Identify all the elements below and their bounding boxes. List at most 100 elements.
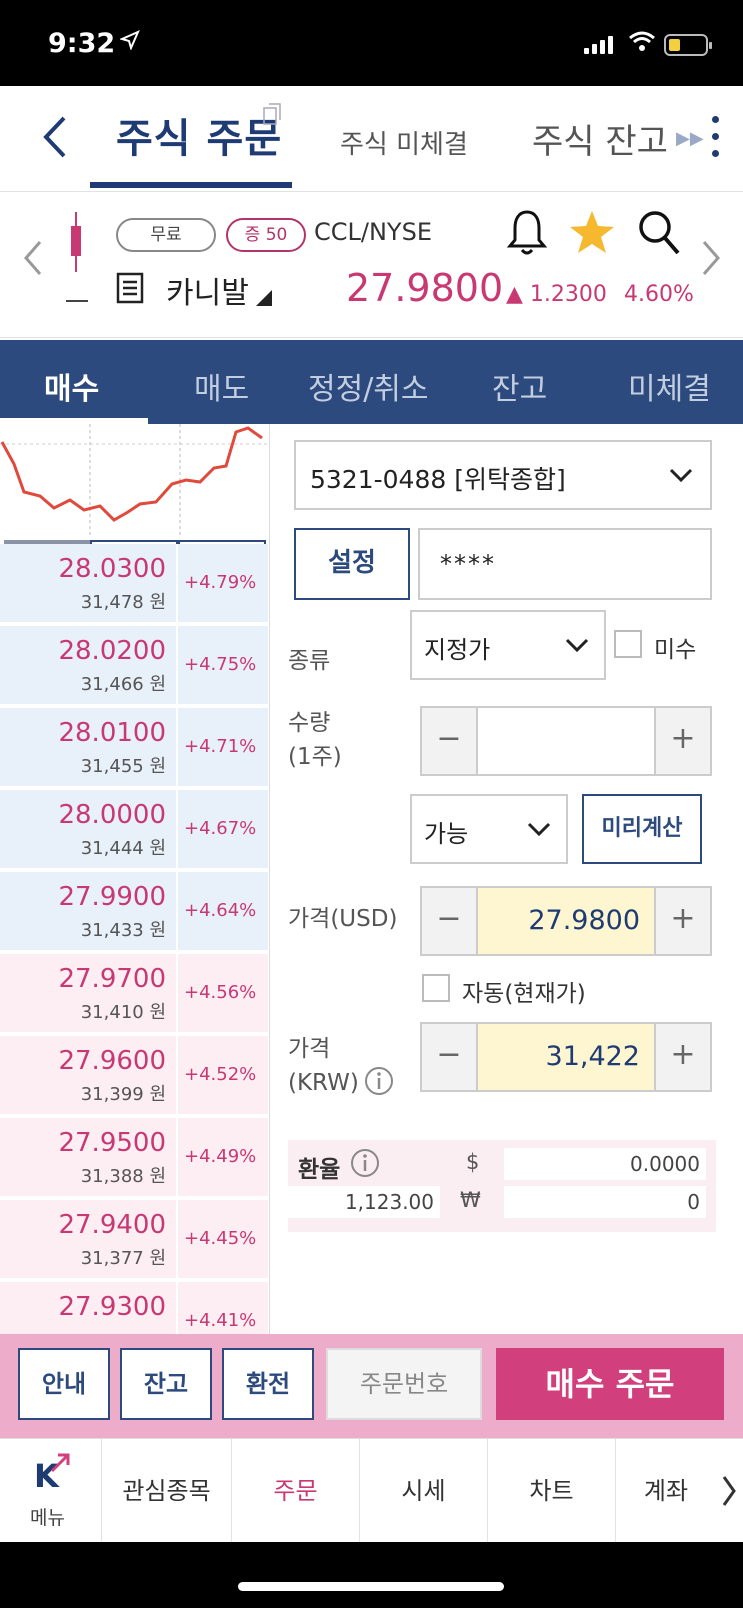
nav-chart[interactable]: 차트 — [488, 1439, 616, 1543]
account-value: 5321-0488 [위탁종합] — [310, 465, 566, 494]
prev-stock-icon[interactable] — [20, 236, 46, 280]
qty-plus-button[interactable]: + — [654, 708, 710, 774]
orderbook-row[interactable]: 27.9600 31,399 원 +4.52% — [0, 1036, 268, 1116]
order-number-button[interactable]: 주문번호 — [326, 1348, 482, 1420]
bottom-nav: K 메뉴 관심종목 주문 시세 차트 계좌 — [0, 1438, 743, 1543]
mini-price-chart[interactable] — [0, 424, 270, 536]
orderbook-price-cell[interactable]: 27.9900 31,433 원 — [0, 872, 178, 950]
star-icon[interactable] — [568, 208, 616, 256]
guide-button[interactable]: 안내 — [18, 1348, 110, 1420]
bell-icon[interactable] — [506, 208, 548, 258]
orderbook-change: +4.79% — [184, 572, 257, 593]
balance-button[interactable]: 잔고 — [120, 1348, 212, 1420]
qty-unit-label: (1주) — [288, 744, 342, 770]
battery-icon — [664, 34, 712, 56]
orderbook-price: 27.9600 — [58, 1046, 166, 1076]
price-krw-input[interactable]: 31,422 — [478, 1024, 654, 1090]
tab-balance[interactable]: 잔고 — [492, 364, 547, 408]
orderbook-row[interactable]: 28.0300 31,478 원 +4.79% — [0, 544, 268, 624]
tab-stock-balance[interactable]: 주식 잔고 — [532, 114, 668, 163]
price-krw-plus-button[interactable]: + — [654, 1024, 710, 1090]
orderbook-krw: 31,410 원 — [80, 1002, 166, 1023]
price-usd-plus-button[interactable]: + — [654, 888, 710, 954]
fast-forward-icon[interactable]: ▶▶ — [676, 128, 704, 149]
orderbook-change: +4.52% — [184, 1064, 257, 1085]
orderbook-row[interactable]: 27.9900 31,433 원 +4.64% — [0, 872, 268, 952]
orderbook-price-cell[interactable]: 27.9500 31,388 원 — [0, 1118, 178, 1196]
next-stock-icon[interactable] — [698, 236, 724, 280]
orderbook-krw: 31,466 원 — [80, 674, 166, 695]
orderbook-krw: 31,444 원 — [80, 838, 166, 859]
price-change-pct: 4.60% — [624, 282, 694, 307]
ticker: CCL/NYSE — [314, 218, 432, 246]
search-icon[interactable] — [636, 208, 682, 258]
home-indicator-bar — [0, 1542, 743, 1608]
orderbook-price: 27.9900 — [58, 882, 166, 912]
stock-name[interactable]: 카니발 — [166, 268, 249, 312]
settings-button[interactable]: 설정 — [294, 528, 410, 600]
dropdown-triangle-icon[interactable] — [254, 288, 274, 308]
misu-checkbox[interactable] — [614, 630, 642, 658]
orderbook-row[interactable]: 27.9300 +4.41% — [0, 1282, 268, 1334]
orderbook-price-cell[interactable]: 28.0000 31,444 원 — [0, 790, 178, 868]
menu-button[interactable]: K 메뉴 — [0, 1439, 102, 1543]
nav-order[interactable]: 주문 — [232, 1439, 360, 1543]
orderbook-price-cell[interactable]: 28.0300 31,478 원 — [0, 544, 178, 622]
orderbook-row[interactable]: 28.0100 31,455 원 +4.71% — [0, 708, 268, 788]
document-icon[interactable] — [116, 272, 144, 304]
orderbook-row[interactable]: 27.9700 31,410 원 +4.56% — [0, 954, 268, 1034]
info-icon[interactable] — [350, 1148, 380, 1178]
orderbook-row[interactable]: 27.9500 31,388 원 +4.49% — [0, 1118, 268, 1198]
auto-price-label: 자동(현재가) — [462, 981, 586, 1007]
fx-rate: 1,123.00 — [288, 1186, 440, 1218]
tab-sell[interactable]: 매도 — [194, 364, 249, 408]
orderbook-krw: 31,455 원 — [80, 756, 166, 777]
exchange-button[interactable]: 환전 — [222, 1348, 314, 1420]
precalc-button[interactable]: 미리계산 — [582, 794, 702, 864]
buy-order-button[interactable]: 매수 주문 — [496, 1348, 724, 1420]
orderbook-price: 28.0300 — [58, 554, 166, 584]
orderbook-price-cell[interactable]: 27.9300 — [0, 1282, 178, 1334]
chevron-down-icon — [565, 638, 589, 653]
password-input[interactable]: **** — [418, 528, 712, 600]
tab-stock-unfilled[interactable]: 주식 미체결 — [340, 124, 468, 161]
orderbook-price: 28.0000 — [58, 800, 166, 830]
orderbook-change: +4.56% — [184, 982, 257, 1003]
nav-account[interactable]: 계좌 — [616, 1439, 716, 1543]
tab-buy[interactable]: 매수 — [44, 364, 99, 408]
status-bar: 9:32 — [0, 0, 743, 86]
price-usd-input[interactable]: 27.9800 — [478, 888, 654, 954]
orderbook-price-cell[interactable]: 27.9700 31,410 원 — [0, 954, 178, 1032]
orderbook-price-cell[interactable]: 27.9600 31,399 원 — [0, 1036, 178, 1114]
tab-modify-cancel[interactable]: 정정/취소 — [308, 364, 429, 408]
nav-more-icon[interactable] — [720, 1473, 738, 1509]
order-type-select[interactable]: 지정가 — [410, 610, 606, 680]
orderbook-price: 27.9400 — [58, 1210, 166, 1240]
available-select[interactable]: 가능 — [410, 794, 568, 864]
orderbook-row[interactable]: 28.0200 31,466 원 +4.75% — [0, 626, 268, 706]
price-krw-minus-button[interactable]: − — [422, 1024, 478, 1090]
orderbook-row[interactable]: 28.0000 31,444 원 +4.67% — [0, 790, 268, 870]
candle-icon[interactable] — [70, 212, 82, 272]
price-krw-unit-label: (KRW) — [288, 1070, 359, 1096]
copy-icon[interactable] — [262, 102, 284, 126]
usd-amount: 0.0000 — [504, 1148, 706, 1180]
info-icon[interactable] — [364, 1066, 394, 1096]
nav-quotes[interactable]: 시세 — [360, 1439, 488, 1543]
orderbook-price-cell[interactable]: 28.0200 31,466 원 — [0, 626, 178, 704]
kebab-icon[interactable] — [710, 114, 720, 160]
account-select[interactable]: 5321-0488 [위탁종합] — [294, 440, 712, 510]
qty-input[interactable] — [478, 708, 654, 774]
price-krw-stepper: − 31,422 + — [420, 1022, 712, 1092]
location-arrow-icon — [120, 30, 140, 50]
nav-watchlist[interactable]: 관심종목 — [102, 1439, 232, 1543]
qty-minus-button[interactable]: − — [422, 708, 478, 774]
orderbook-row[interactable]: 27.9400 31,377 원 +4.45% — [0, 1200, 268, 1280]
orderbook-price-cell[interactable]: 27.9400 31,377 원 — [0, 1200, 178, 1278]
tab-unfilled[interactable]: 미체결 — [628, 364, 711, 408]
chevron-left-icon[interactable] — [36, 112, 76, 162]
tab-stock-order[interactable]: 주식 주문 — [116, 106, 282, 164]
auto-price-checkbox[interactable] — [422, 974, 450, 1002]
orderbook-price-cell[interactable]: 28.0100 31,455 원 — [0, 708, 178, 786]
price-usd-minus-button[interactable]: − — [422, 888, 478, 954]
